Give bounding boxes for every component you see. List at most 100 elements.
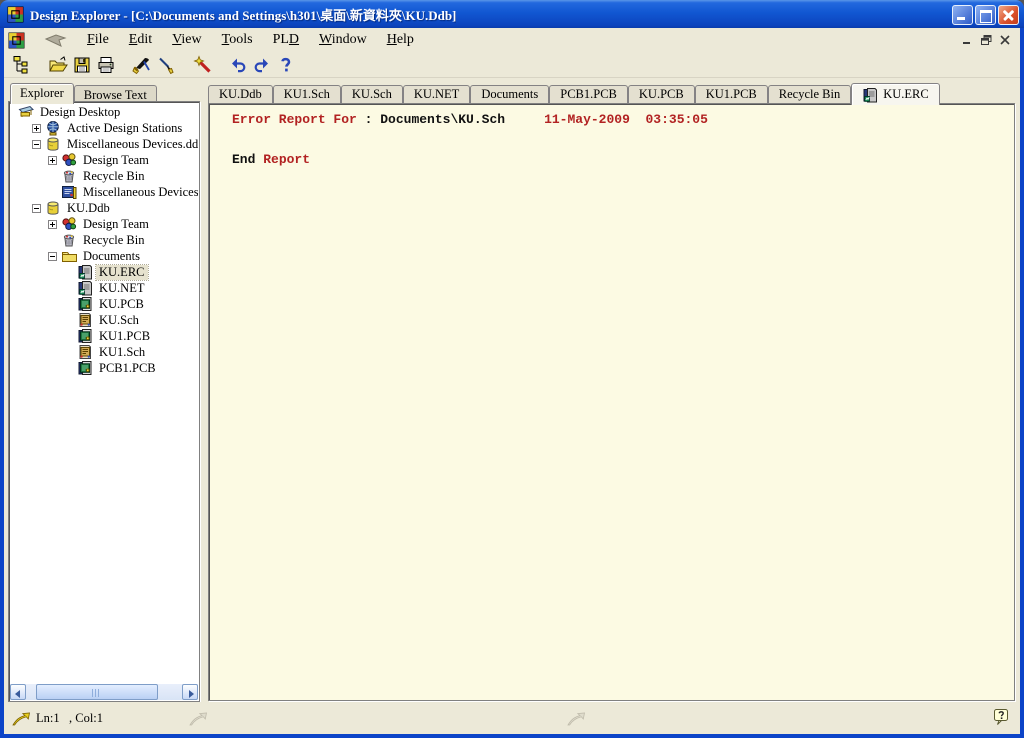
textdoc-icon [77,280,94,296]
doc-tab-ku-net[interactable]: KU.NET [403,85,470,104]
line-col-status: Ln:1 , Col:1 [36,711,103,726]
tree-item-ku-sch[interactable]: KU.Sch [10,312,198,328]
recycle-icon [61,232,78,248]
mdi-restore-button[interactable] [978,33,995,47]
tree-expand-plus-icon[interactable] [48,156,61,165]
tree-item-active-design-stations[interactable]: Active Design Stations [10,120,198,136]
tree-item-ku-net[interactable]: KU.NET [10,280,198,296]
doc-tab-ku-sch[interactable]: KU.Sch [341,85,403,104]
tree-item-recycle-bin[interactable]: Recycle Bin [10,232,198,248]
print-button[interactable] [94,54,118,76]
left-panel-tabs: ExplorerBrowse Text [10,81,157,102]
doc-tab-ku-ddb[interactable]: KU.Ddb [208,85,273,104]
drop-arrow-icon[interactable] [43,32,69,48]
schdoc-icon [77,312,94,328]
help-button[interactable] [274,54,298,76]
help-icon [276,55,296,75]
tree-item-recycle-bin[interactable]: Recycle Bin [10,168,198,184]
redo-icon [252,55,272,75]
mdi-window-buttons [959,33,1014,47]
tree-item-design-desktop[interactable]: Design Desktop [10,104,198,120]
report-line: End Report [232,150,1014,170]
doc-tab-ku1-pcb[interactable]: KU1.PCB [695,85,768,104]
doc-tab-documents[interactable]: Documents [470,85,549,104]
menu-help[interactable]: Help [377,30,424,50]
tree-item-design-team[interactable]: Design Team [10,216,198,232]
desktop-icon [18,104,35,120]
database-icon [45,136,62,152]
tree-item-documents[interactable]: Documents [10,248,198,264]
doc-tab-ku1-sch[interactable]: KU1.Sch [273,85,341,104]
tree-item-miscellaneous-devices-ddb[interactable]: Miscellaneous Devices.ddb [10,136,198,152]
cut-tool-button[interactable] [130,54,154,76]
mdi-close-button[interactable] [997,33,1014,47]
document-tabs: KU.DdbKU1.SchKU.SchKU.NETDocumentsPCB1.P… [208,81,1016,103]
database-icon [45,200,62,216]
open-document-button[interactable] [46,54,70,76]
close-button[interactable] [998,5,1019,25]
tree-expand-plus-icon[interactable] [32,124,45,133]
magic-wand-icon [192,55,212,75]
menu-view[interactable]: View [162,30,212,50]
scrollbar-thumb[interactable] [36,684,158,700]
report-line [232,130,1014,150]
error-report-text: Error Report For : Documents\KU.Sch 11-M… [209,104,1014,170]
toolbar-group [190,54,214,76]
doc-tab-pcb1-pcb[interactable]: PCB1.PCB [549,85,628,104]
schdoc-icon [77,344,94,360]
knife-tool-icon [156,55,176,75]
tree-horizontal-scrollbar[interactable] [10,684,198,700]
menu-pld[interactable]: PLD [263,30,309,50]
scroll-right-icon [189,690,194,698]
design-manager-toggle-button[interactable] [10,54,34,76]
scroll-left-button[interactable] [10,684,26,700]
scrollbar-track[interactable] [26,684,182,700]
doc-tab-recycle-bin[interactable]: Recycle Bin [768,85,851,104]
tree-expand-minus-icon[interactable] [32,140,45,149]
pointer-gray-icon [189,712,208,726]
undo-button[interactable] [226,54,250,76]
folder-icon [61,248,78,264]
scroll-right-button[interactable] [182,684,198,700]
toolbar [4,52,1020,78]
tree-item-design-team[interactable]: Design Team [10,152,198,168]
team-icon [61,216,78,232]
design-tree: Design DesktopActive Design StationsMisc… [10,104,198,683]
menu-file[interactable]: File [77,30,119,50]
doc-tab-ku-pcb[interactable]: KU.PCB [628,85,695,104]
menu-items: FileEditViewToolsPLDWindowHelp [77,30,424,50]
panel-tab-explorer[interactable]: Explorer [10,83,74,104]
redo-button[interactable] [250,54,274,76]
team-icon [61,152,78,168]
help-balloon-icon[interactable] [993,708,1010,726]
client-area: ExplorerBrowse Text Design DesktopActive… [4,78,1020,702]
tree-item-ku1-sch[interactable]: KU1.Sch [10,344,198,360]
tree-item-ku-pcb[interactable]: KU.PCB [10,296,198,312]
mdi-minimize-button[interactable] [959,33,976,47]
minimize-button[interactable] [952,5,973,25]
pointer-gray-icon [567,712,586,726]
magic-wand-button[interactable] [190,54,214,76]
tree-item-ku1-pcb[interactable]: KU1.PCB [10,328,198,344]
knife-tool-button[interactable] [154,54,178,76]
tree-expand-plus-icon[interactable] [48,220,61,229]
report-editor[interactable]: Error Report For : Documents\KU.Sch 11-M… [208,103,1015,701]
toolbar-group [226,54,298,76]
maximize-button[interactable] [975,5,996,25]
pcbdoc-icon [77,360,94,376]
menu-tools[interactable]: Tools [212,30,263,50]
tree-item-pcb1-pcb[interactable]: PCB1.PCB [10,360,198,376]
tree-item-ku-ddb[interactable]: KU.Ddb [10,200,198,216]
open-document-icon [48,55,68,75]
print-icon [96,55,116,75]
menu-edit[interactable]: Edit [119,30,162,50]
save-button[interactable] [70,54,94,76]
tree-item-miscellaneous-devices-lib[interactable]: Miscellaneous Devices.lib [10,184,198,200]
doc-tab-ku-erc[interactable]: KU.ERC [851,83,940,105]
save-icon [72,55,92,75]
menu-window[interactable]: Window [309,30,377,50]
tree-expand-minus-icon[interactable] [48,252,61,261]
tree-expand-minus-icon[interactable] [32,204,45,213]
menu-bar: FileEditViewToolsPLDWindowHelp [4,28,1020,52]
tree-item-ku-erc[interactable]: KU.ERC [10,264,198,280]
